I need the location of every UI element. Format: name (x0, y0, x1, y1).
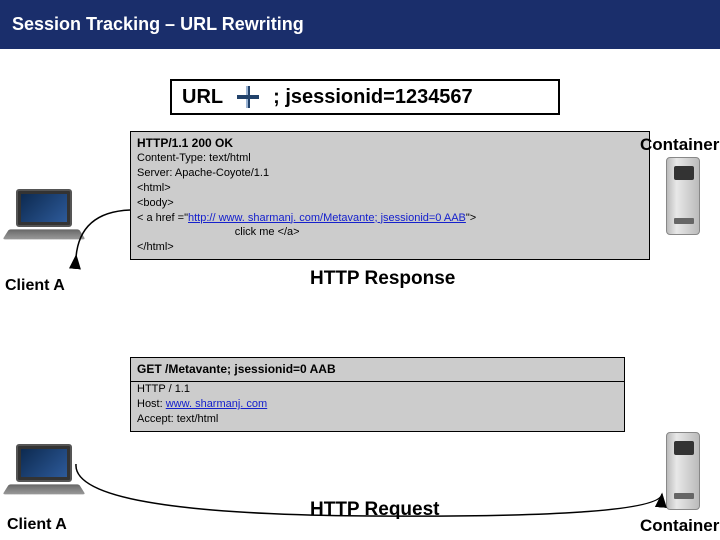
http-response-label: HTTP Response (310, 268, 455, 290)
resp-line: <html> (137, 181, 643, 196)
http-request-panel: GET /Metavante; jsessionid=0 AAB HTTP / … (130, 357, 625, 432)
resp-line: Server: Apache-Coyote/1.1 (137, 166, 643, 181)
request-arrow (70, 454, 670, 526)
url-label: URL (182, 86, 223, 109)
client-a-label: Client A (7, 516, 67, 534)
response-status: HTTP/1.1 200 OK (131, 132, 649, 151)
resp-line: </html> (137, 240, 643, 255)
response-body: Content-Type: text/html Server: Apache-C… (131, 151, 649, 259)
response-url-link[interactable]: http:// www. sharmanj. com/Metavante; js… (188, 212, 466, 224)
resp-line: <body> (137, 196, 643, 211)
response-arrow (70, 207, 138, 267)
request-getline: GET /Metavante; jsessionid=0 AAB (131, 358, 624, 381)
url-box: URL ; jsessionid=1234567 (170, 79, 560, 115)
page-title: Session Tracking – URL Rewriting (0, 0, 720, 49)
plus-icon (237, 86, 259, 108)
request-host-link[interactable]: www. sharmanj. com (166, 398, 267, 410)
server-icon (666, 432, 700, 510)
resp-line: click me </a> (137, 225, 643, 240)
resp-line: Content-Type: text/html (137, 151, 643, 166)
container-label: Container (640, 135, 719, 155)
resp-text: "> (466, 212, 476, 224)
req-line: HTTP / 1.1 (137, 382, 618, 397)
req-line: Accept: text/html (137, 412, 618, 427)
url-param: ; jsessionid=1234567 (273, 86, 473, 109)
client-a-label: Client A (5, 277, 65, 295)
server-icon (666, 157, 700, 235)
resp-line: < a href ="http:// www. sharmanj. com/Me… (137, 211, 643, 226)
request-body: HTTP / 1.1 Host: www. sharmanj. com Acce… (131, 382, 624, 431)
resp-text: < a href =" (137, 212, 188, 224)
req-text: Host: (137, 398, 166, 410)
http-response-panel: HTTP/1.1 200 OK Content-Type: text/html … (130, 131, 650, 260)
req-line: Host: www. sharmanj. com (137, 397, 618, 412)
